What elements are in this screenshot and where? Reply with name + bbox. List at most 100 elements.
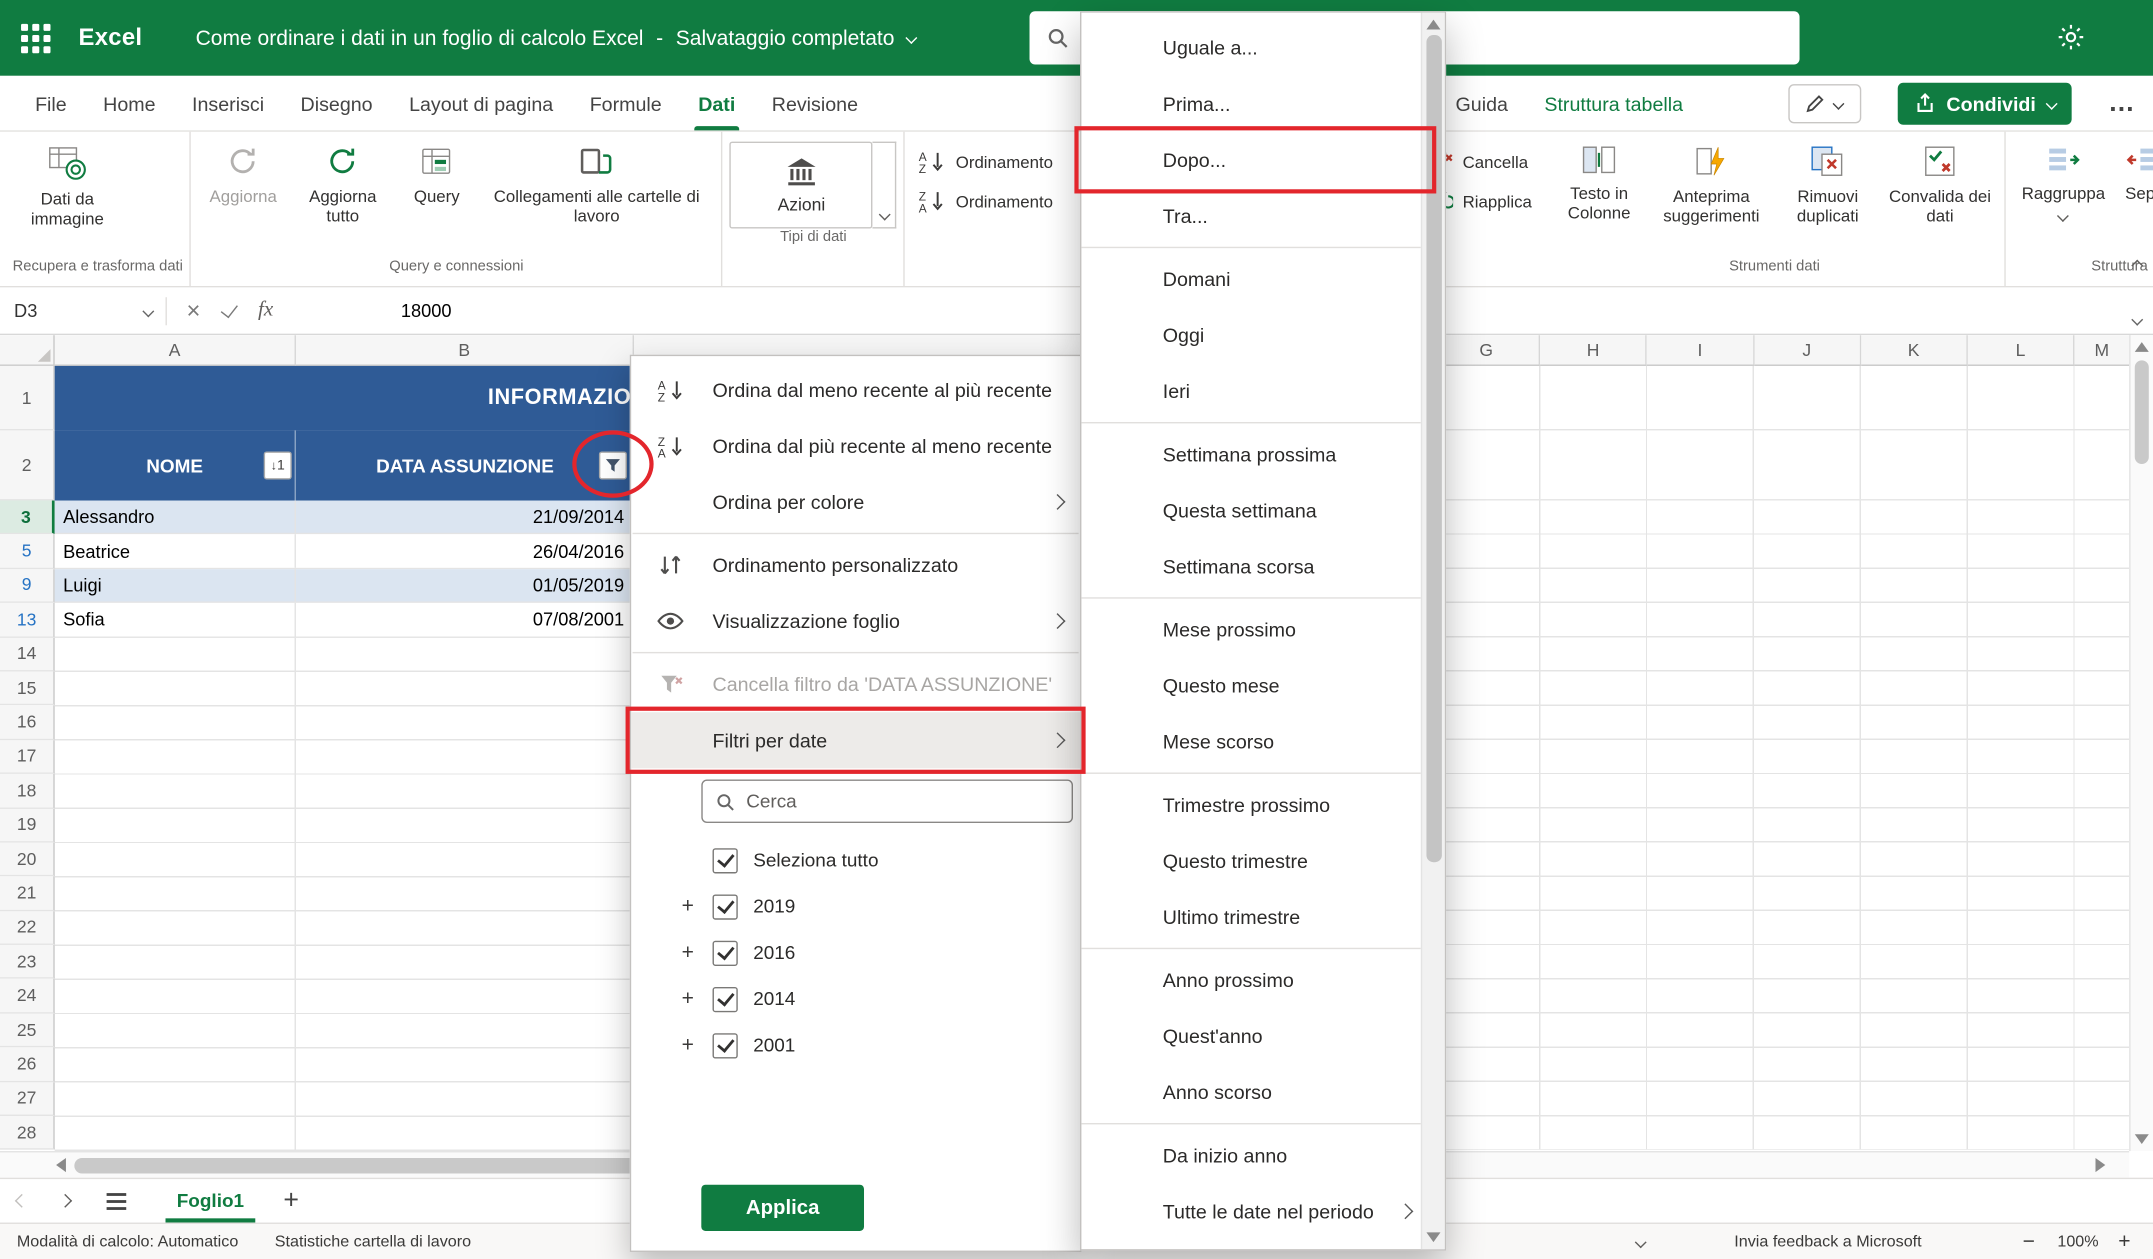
date-filter-option[interactable]: Tutte le date nel periodo — [1081, 1183, 1420, 1239]
scroll-down-arrow-icon[interactable] — [2135, 1134, 2149, 1144]
settings-gear-icon[interactable] — [2056, 22, 2085, 58]
date-filter-option[interactable]: Settimana prossima — [1081, 426, 1420, 482]
row-header[interactable]: 26 — [0, 1048, 55, 1082]
cell-name[interactable]: Beatrice — [55, 535, 296, 568]
status-summary-chevron-icon[interactable] — [1635, 1236, 1646, 1247]
convalida-dati-button[interactable]: Convalida dei dati — [1882, 137, 1997, 226]
workbook-statistics[interactable]: Statistiche cartella di lavoro — [275, 1233, 471, 1250]
scroll-up-arrow-icon[interactable] — [1426, 20, 1440, 30]
year-filter-row[interactable]: + 2014 — [682, 976, 1080, 1022]
nome-filter-sort-button[interactable]: ↓1 — [264, 451, 292, 479]
select-all-checkbox-checked[interactable] — [713, 848, 738, 873]
separa-button[interactable]: Separa — [2117, 137, 2153, 203]
azioni-dropdown[interactable] — [873, 142, 897, 229]
testo-in-colonne-button[interactable]: Testo in Colonne — [1551, 137, 1646, 224]
row-header[interactable]: 13 — [0, 603, 55, 637]
select-all-row[interactable]: Seleziona tutto — [682, 837, 1080, 883]
tab-inserisci[interactable]: Inserisci — [174, 76, 283, 131]
row-header[interactable]: 23 — [0, 945, 55, 979]
date-filter-option[interactable]: Anno scorso — [1081, 1064, 1420, 1120]
column-header[interactable]: J — [1754, 335, 1861, 366]
insert-function-icon[interactable]: fx — [258, 299, 273, 323]
row-header[interactable]: 1 — [0, 366, 55, 430]
column-header[interactable]: K — [1861, 335, 1968, 366]
query-button[interactable]: Query — [398, 137, 477, 206]
header-cell-data-assunzione[interactable]: DATA ASSUNZIONE — [296, 430, 634, 500]
row-header[interactable]: 3 — [0, 501, 55, 535]
aggiorna-tutto-button[interactable]: Aggiorna tutto — [291, 137, 395, 226]
year-checkbox-checked[interactable] — [713, 1033, 738, 1058]
collegamenti-cartelle-button[interactable]: Collegamenti alle cartelle di lavoro — [479, 137, 715, 226]
date-filter-option[interactable]: Mese scorso — [1081, 714, 1420, 770]
ribbon-overflow-button[interactable]: … — [2108, 88, 2136, 119]
menu-sort-oldest-to-newest[interactable]: AZ Ordina dal meno recente al più recent… — [631, 362, 1080, 418]
expand-year-button[interactable]: + — [682, 987, 713, 1011]
expand-year-button[interactable]: + — [682, 941, 713, 965]
row-header[interactable]: 9 — [0, 569, 55, 603]
date-filter-option[interactable]: Prima... — [1081, 76, 1420, 132]
raggruppa-button[interactable]: Raggruppa — [2013, 137, 2114, 220]
zoom-level[interactable]: 100% — [2057, 1233, 2098, 1250]
azioni-gallery-tile[interactable]: Azioni — [730, 142, 873, 229]
empty-cells-left[interactable] — [55, 637, 634, 1150]
all-sheets-menu-icon[interactable] — [107, 1192, 127, 1209]
app-launcher-waffle-icon[interactable] — [21, 23, 50, 52]
share-button[interactable]: Condividi — [1897, 82, 2071, 124]
expand-year-button[interactable]: + — [682, 1033, 713, 1057]
scroll-down-arrow-icon[interactable] — [1426, 1232, 1440, 1242]
add-sheet-button[interactable]: + — [283, 1185, 299, 1216]
select-all-corner[interactable] — [0, 335, 55, 366]
row-header[interactable]: 14 — [0, 637, 55, 671]
ordinamento-desc-button[interactable]: ZA Ordinamento — [912, 184, 1058, 219]
previous-sheet-chevron-icon[interactable] — [15, 1194, 29, 1208]
sheet-tab-foglio1[interactable]: Foglio1 — [157, 1179, 264, 1222]
date-filter-option[interactable]: Ultimo trimestre — [1081, 889, 1420, 945]
row-header[interactable]: 2 — [0, 430, 55, 500]
table-title-cell[interactable]: INFORMAZIO — [55, 366, 634, 430]
cancel-entry-icon[interactable]: × — [187, 299, 201, 323]
tab-guida[interactable]: Guida — [1437, 76, 1526, 131]
menu-filtri-per-date[interactable]: Filtri per date — [631, 712, 1080, 768]
empty-cells-right[interactable] — [1433, 366, 2129, 1151]
cell-date[interactable]: 26/04/2016 — [296, 535, 634, 568]
cell-date[interactable]: 07/08/2001 — [296, 603, 634, 636]
date-filter-option[interactable]: Dopo... — [1081, 132, 1420, 188]
date-filter-option[interactable]: Anno prossimo — [1081, 952, 1420, 1008]
cell-date[interactable]: 21/09/2014 — [296, 501, 634, 534]
date-filter-option[interactable]: Ieri — [1081, 363, 1420, 419]
confirm-entry-icon[interactable] — [221, 299, 238, 317]
send-feedback-link[interactable]: Invia feedback a Microsoft — [1734, 1233, 1921, 1250]
row-header[interactable]: 18 — [0, 774, 55, 808]
next-sheet-chevron-icon[interactable] — [58, 1194, 72, 1208]
row-header[interactable]: 5 — [0, 535, 55, 569]
filter-search-input[interactable] — [746, 791, 1059, 812]
menu-sheet-view[interactable]: Visualizzazione foglio — [631, 593, 1080, 649]
tab-disegno[interactable]: Disegno — [282, 76, 391, 131]
year-filter-row[interactable]: + 2016 — [682, 930, 1080, 976]
menu-custom-sort[interactable]: Ordinamento personalizzato — [631, 537, 1080, 593]
row-header[interactable]: 21 — [0, 877, 55, 911]
year-filter-row[interactable]: + 2019 — [682, 883, 1080, 929]
date-filter-option[interactable]: Questo trimestre — [1081, 833, 1420, 889]
expand-year-button[interactable]: + — [682, 894, 713, 918]
tab-dati-active[interactable]: Dati — [680, 76, 754, 131]
submenu-scrollbar-thumb[interactable] — [1426, 35, 1441, 862]
row-header[interactable]: 28 — [0, 1116, 55, 1150]
row-header[interactable]: 15 — [0, 671, 55, 705]
header-cell-nome[interactable]: NOME ↓1 — [55, 430, 296, 500]
tab-revisione[interactable]: Revisione — [754, 76, 877, 131]
scroll-left-arrow-icon[interactable] — [56, 1158, 66, 1172]
data-assunzione-filter-button[interactable] — [599, 451, 627, 479]
date-filter-option[interactable]: Oggi — [1081, 307, 1420, 363]
ordinamento-asc-button[interactable]: AZ Ordinamento — [912, 144, 1058, 179]
row-header[interactable]: 25 — [0, 1013, 55, 1047]
formula-bar-value[interactable]: 18000 — [401, 300, 452, 321]
column-header[interactable]: H — [1540, 335, 1647, 366]
date-filter-option[interactable]: Mese prossimo — [1081, 601, 1420, 657]
column-header[interactable]: M — [2075, 335, 2130, 366]
submenu-scrollbar[interactable] — [1421, 13, 1445, 1250]
vertical-scrollbar[interactable] — [2129, 335, 2153, 1151]
date-filter-option[interactable]: Settimana scorsa — [1081, 538, 1420, 594]
date-filter-option[interactable]: Questa settimana — [1081, 482, 1420, 538]
row-header[interactable]: 19 — [0, 808, 55, 842]
